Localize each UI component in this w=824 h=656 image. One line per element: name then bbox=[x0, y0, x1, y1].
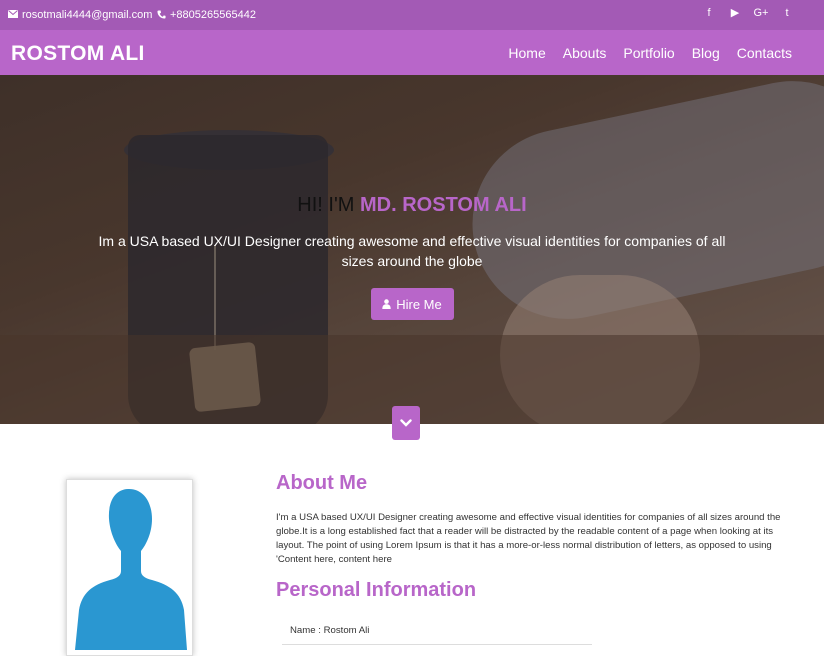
facebook-icon[interactable]: f bbox=[696, 6, 722, 20]
hero-name: MD. ROSTOM ALI bbox=[360, 194, 527, 216]
main-navbar: ROSTOM ALI Home Abouts Portfolio Blog Co… bbox=[0, 30, 824, 75]
email-text: rosotmali4444@gmail.com bbox=[22, 9, 153, 21]
envelope-icon bbox=[8, 10, 18, 20]
hire-me-label: Hire Me bbox=[396, 296, 442, 312]
profile-photo bbox=[66, 479, 193, 656]
nav-item-abouts[interactable]: Abouts bbox=[563, 45, 607, 61]
nav-item-portfolio[interactable]: Portfolio bbox=[623, 45, 674, 61]
personal-info-row-name: Name : Rostom Ali bbox=[282, 616, 592, 645]
user-icon bbox=[382, 297, 391, 312]
phone-text: +8805265565442 bbox=[170, 9, 256, 21]
personal-info-heading: Personal Information bbox=[276, 579, 477, 601]
nav-item-contacts[interactable]: Contacts bbox=[737, 45, 792, 61]
hero-greeting: HI! I'M bbox=[297, 194, 355, 216]
chevron-down-icon bbox=[400, 414, 412, 432]
hero-content: HI! I'M MD. ROSTOM ALI Im a USA based UX… bbox=[0, 194, 824, 320]
hire-me-button[interactable]: Hire Me bbox=[370, 288, 454, 320]
about-me-text: I'm a USA based UX/UI Designer creating … bbox=[276, 512, 781, 565]
phone-icon bbox=[157, 9, 166, 21]
phone-contact[interactable]: +8805265565442 bbox=[157, 9, 256, 21]
top-contact-bar: rosotmali4444@gmail.com +8805265565442 f… bbox=[0, 0, 824, 30]
youtube-icon[interactable]: ▶ bbox=[722, 6, 748, 20]
email-contact[interactable]: rosotmali4444@gmail.com bbox=[8, 9, 152, 21]
hero-heading: HI! I'M MD. ROSTOM ALI bbox=[0, 194, 824, 217]
hero-tagline: Im a USA based UX/UI Designer creating a… bbox=[98, 233, 726, 269]
twitter-icon[interactable]: t bbox=[774, 6, 800, 20]
social-links: f ▶ G+ t bbox=[696, 6, 800, 20]
google-plus-icon[interactable]: G+ bbox=[748, 6, 774, 20]
about-me-heading: About Me bbox=[276, 472, 368, 494]
brand-logo[interactable]: ROSTOM ALI bbox=[11, 42, 145, 66]
scroll-down-button[interactable] bbox=[392, 406, 420, 440]
nav-menu: Home Abouts Portfolio Blog Contacts bbox=[508, 45, 792, 61]
avatar-silhouette-icon bbox=[75, 489, 187, 650]
hero-section: HI! I'M MD. ROSTOM ALI Im a USA based UX… bbox=[0, 75, 824, 424]
nav-item-home[interactable]: Home bbox=[508, 45, 545, 61]
nav-item-blog[interactable]: Blog bbox=[692, 45, 720, 61]
